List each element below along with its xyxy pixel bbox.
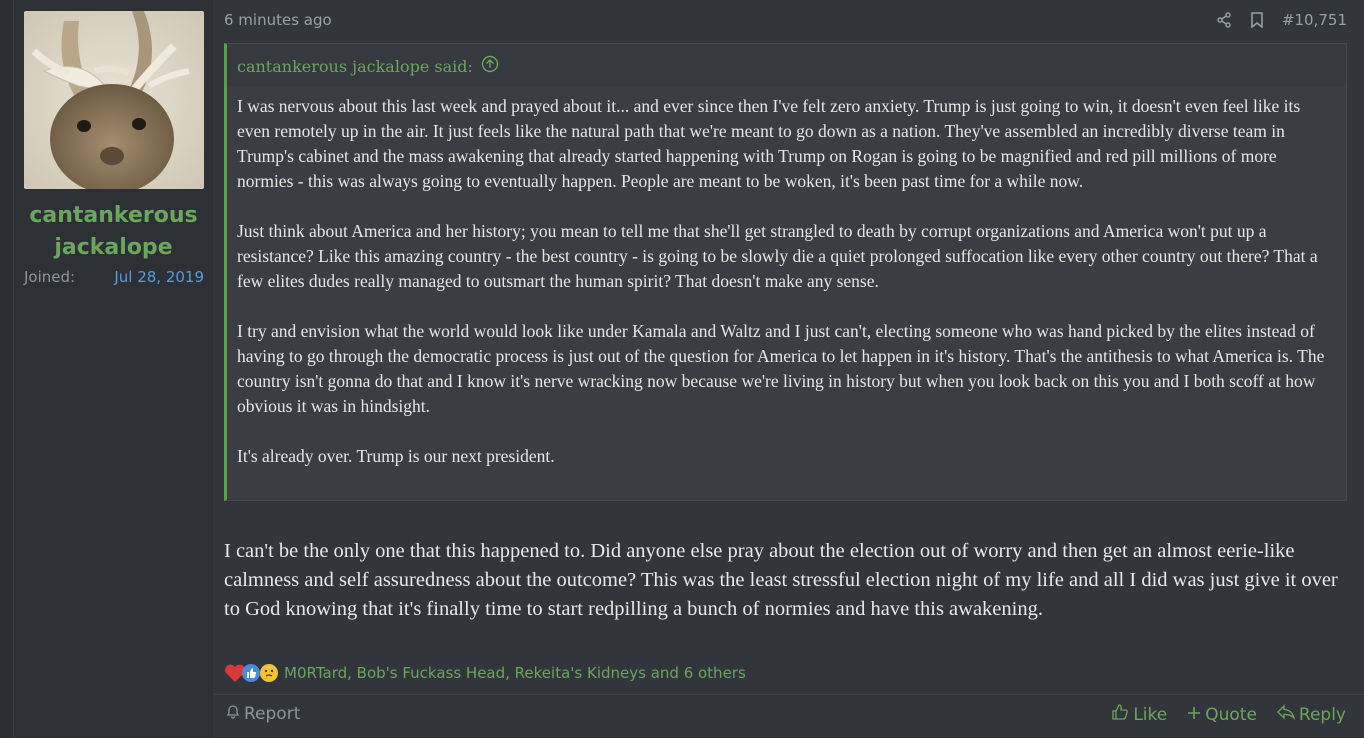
forum-post: cantankerous jackalope Joined: Jul 28, 2…: [13, 0, 1364, 737]
bookmark-icon[interactable]: [1250, 12, 1264, 28]
quote-paragraph: It's already over. Trump is our next pre…: [237, 446, 555, 466]
like-label: Like: [1133, 704, 1168, 725]
thumbs-up-icon: [1111, 703, 1129, 726]
reactions-bar[interactable]: M0RTard, Bob's Fuckass Head, Rekeita's K…: [224, 662, 746, 684]
reply-icon: [1276, 704, 1296, 725]
post-header: 6 minutes ago #10,751: [224, 11, 1347, 33]
username[interactable]: cantankerous jackalope: [14, 200, 213, 264]
joined-date: Jul 28, 2019: [114, 268, 204, 286]
reply-label: Reply: [1298, 704, 1346, 725]
user-sidebar: cantankerous jackalope Joined: Jul 28, 2…: [14, 0, 213, 737]
bell-icon: [226, 703, 240, 724]
report-button[interactable]: Report: [226, 703, 300, 724]
post-main: 6 minutes ago #10,751 cantankerous jacka…: [214, 0, 1364, 737]
reaction-icons[interactable]: [224, 662, 280, 684]
post-timestamp[interactable]: 6 minutes ago: [224, 11, 332, 29]
report-label: Report: [244, 703, 301, 724]
quote-button[interactable]: Quote: [1187, 703, 1257, 726]
thinking-icon: [259, 663, 279, 687]
reaction-users[interactable]: M0RTard, Bob's Fuckass Head, Rekeita's K…: [284, 664, 746, 682]
share-icon[interactable]: [1216, 12, 1232, 28]
like-icon: [241, 663, 261, 687]
arrow-up-circle-icon[interactable]: [481, 55, 499, 77]
quote-paragraph: Just think about America and her history…: [237, 221, 1318, 291]
quote-header: cantankerous jackalope said:: [227, 44, 1346, 86]
quote-label: Quote: [1205, 704, 1257, 725]
post-footer: Report Like Quote Reply: [214, 694, 1364, 738]
quote-paragraph: I was nervous about this last week and p…: [237, 96, 1301, 191]
quote-author[interactable]: cantankerous jackalope said:: [237, 57, 473, 76]
quote-attribution[interactable]: cantankerous jackalope said:: [237, 55, 499, 77]
reply-button[interactable]: Reply: [1276, 703, 1346, 726]
quote-body: I was nervous about this last week and p…: [237, 94, 1337, 494]
like-button[interactable]: Like: [1111, 703, 1167, 726]
footer-actions: Like Quote Reply: [1111, 703, 1346, 726]
avatar[interactable]: [24, 11, 204, 189]
post-message: I can't be the only one that this happen…: [224, 540, 1338, 620]
quote-block: cantankerous jackalope said: I was nervo…: [224, 43, 1347, 501]
quote-paragraph: I try and envision what the world would …: [237, 321, 1325, 416]
joined-label: Joined:: [24, 268, 76, 286]
post-header-actions: #10,751: [1216, 11, 1347, 29]
post-number[interactable]: #10,751: [1282, 11, 1347, 29]
plus-icon: [1187, 705, 1201, 725]
